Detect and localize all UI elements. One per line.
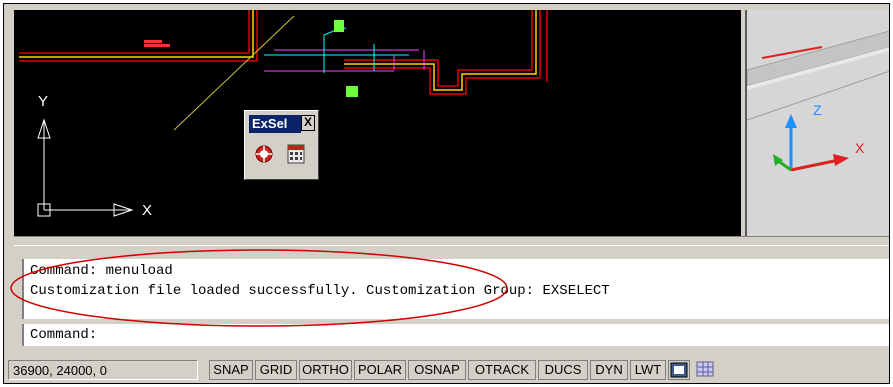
drawing-canvas	[19, 10, 548, 217]
drawing-viewport[interactable]: Y X ExSel X	[14, 10, 741, 236]
ortho-toggle[interactable]: ORTHO	[299, 360, 352, 380]
axis-x-label: X	[142, 202, 153, 219]
otrack-toggle[interactable]: OTRACK	[468, 360, 536, 380]
grid-tray-icon	[696, 361, 714, 377]
status-bar: 36900, 24000, 0 SNAP GRID ORTHO POLAR OS…	[4, 354, 889, 383]
model-layout-icon	[670, 362, 688, 378]
calculator-icon	[287, 144, 305, 164]
wall-outline-yellow	[19, 10, 254, 58]
autocad-window: Y X ExSel X Z X Command: menuload Custom…	[3, 3, 890, 384]
view3d-viewport[interactable]: Z X	[745, 10, 889, 236]
view3d-canvas	[747, 30, 889, 172]
ucs-icon	[37, 118, 134, 217]
select-target-button[interactable]	[253, 143, 275, 165]
model-layout-button[interactable]	[668, 360, 690, 380]
polar-toggle[interactable]: POLAR	[354, 360, 406, 380]
grid-tray-button[interactable]	[694, 360, 716, 380]
ducs-toggle[interactable]: DUCS	[538, 360, 588, 380]
lwt-toggle[interactable]: LWT	[630, 360, 666, 380]
view3d-axis-x-label: X	[855, 140, 865, 156]
coordinate-readout: 36900, 24000, 0	[8, 360, 198, 380]
exsel-toolbar[interactable]: ExSel X	[244, 110, 319, 180]
view3d-ucs-icon	[773, 114, 849, 172]
calculator-button[interactable]	[285, 143, 307, 165]
dyn-toggle[interactable]: DYN	[590, 360, 628, 380]
view3d-axis-z-label: Z	[813, 102, 822, 118]
axis-y-label: Y	[38, 93, 49, 110]
annotation-ellipse	[10, 249, 508, 327]
close-button[interactable]: X	[301, 115, 315, 131]
select-target-icon	[254, 144, 274, 164]
osnap-toggle[interactable]: OSNAP	[408, 360, 466, 380]
grid-toggle[interactable]: GRID	[255, 360, 297, 380]
wall-outline-red	[19, 10, 250, 54]
snap-toggle[interactable]: SNAP	[209, 360, 253, 380]
wall-right-outline	[344, 10, 541, 95]
exsel-toolbar-title[interactable]: ExSel	[249, 115, 301, 133]
